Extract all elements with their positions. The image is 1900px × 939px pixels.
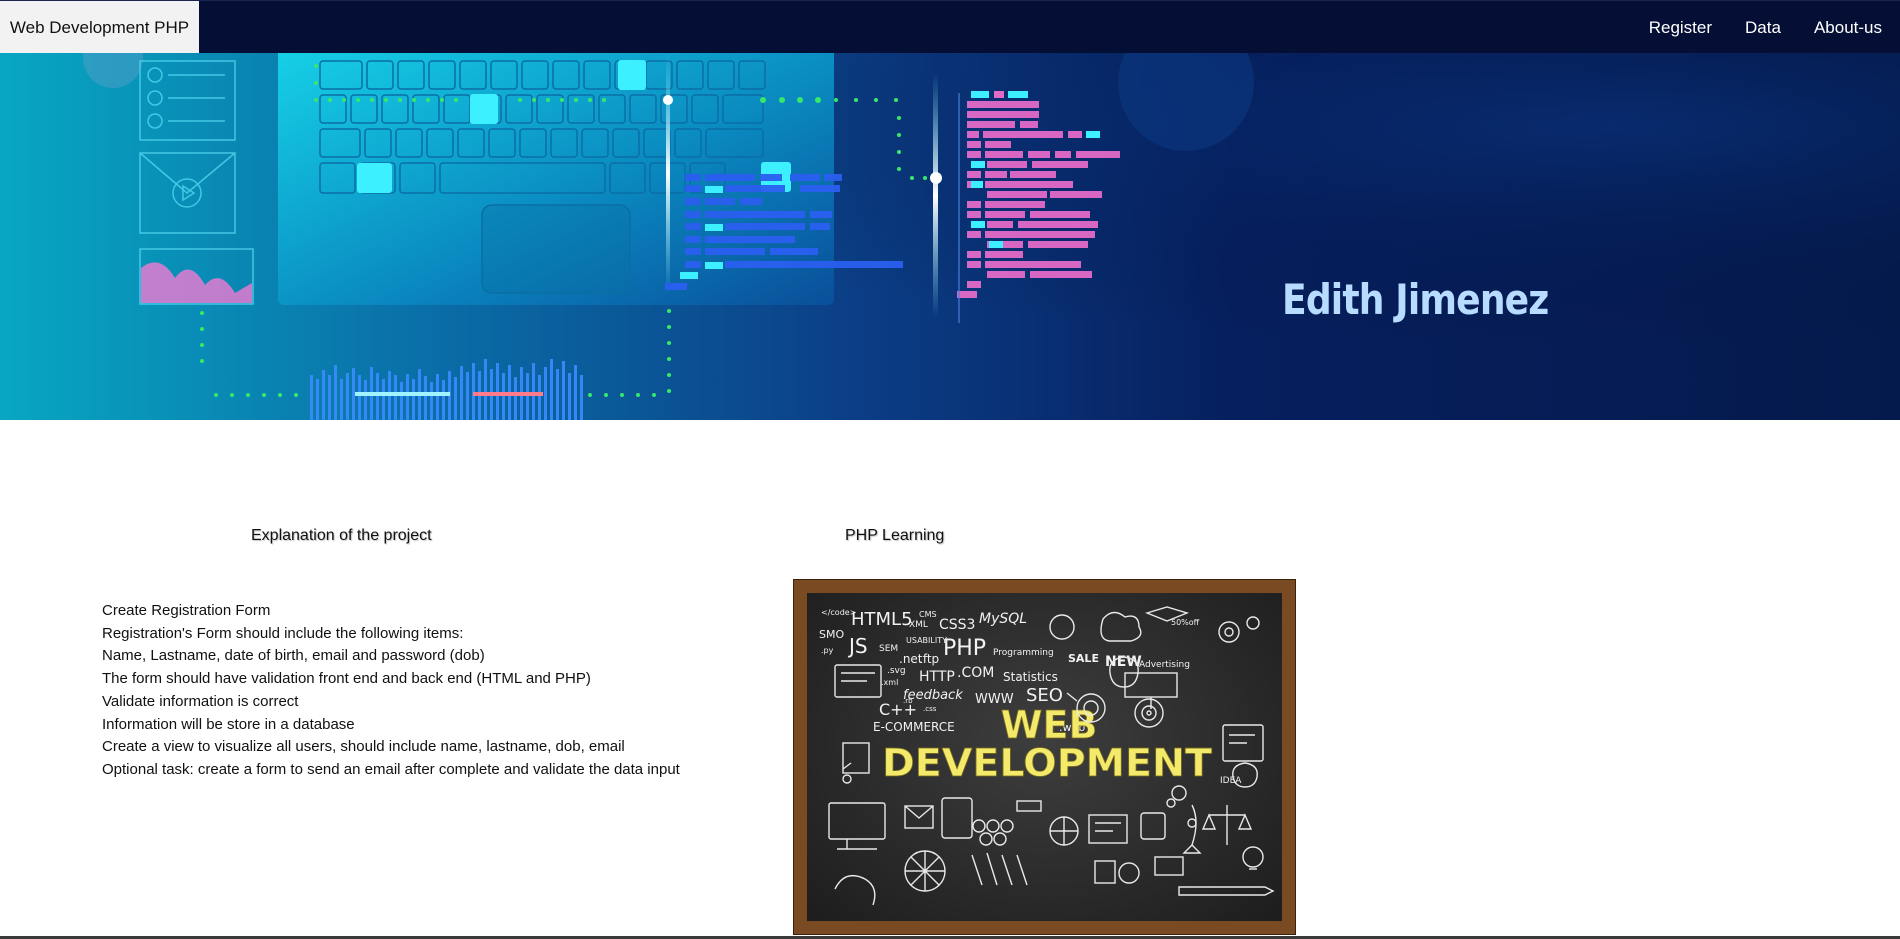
web-development-chalkboard-image: </code> HTML5 XML CMS CSS3 MySQL SMO JS … (794, 580, 1295, 934)
chalkboard: </code> HTML5 XML CMS CSS3 MySQL SMO JS … (807, 593, 1282, 921)
top-navbar: Web Development PHP Register Data About-… (0, 0, 1900, 54)
list-item: Validate information is correct (102, 692, 299, 710)
nav-links: Register Data About-us (1616, 1, 1882, 54)
svg-text:CSS3: CSS3 (939, 617, 975, 633)
svg-text:MySQL: MySQL (979, 611, 1027, 627)
svg-text:CMS: CMS (919, 610, 937, 619)
svg-text:.xml: .xml (881, 678, 898, 687)
svg-text:.COM: .COM (957, 665, 994, 681)
project-requirements-list: Create Registration Form Registration's … (102, 600, 680, 782)
list-item: The form should have validation front en… (102, 670, 591, 688)
nav-link-data[interactable]: Data (1745, 18, 1781, 38)
svg-text:Advertising: Advertising (1139, 660, 1190, 670)
svg-text:E-COMMERCE: E-COMMERCE (873, 720, 955, 734)
nav-link-about-us[interactable]: About-us (1814, 18, 1882, 38)
svg-text:DEVELOPMENT: DEVELOPMENT (882, 741, 1212, 785)
svg-text:Statistics: Statistics (1003, 670, 1058, 684)
svg-text:Programming: Programming (993, 648, 1054, 658)
hero-illustration (0, 53, 1900, 420)
chalkboard-doodles: </code> HTML5 XML CMS CSS3 MySQL SMO JS … (819, 606, 1275, 906)
php-learning-title: PHP Learning (845, 527, 945, 544)
svg-text:IDEA: IDEA (1220, 776, 1242, 786)
svg-text:XML: XML (909, 620, 928, 630)
brand-link[interactable]: Web Development PHP (0, 1, 199, 54)
svg-text:PHP: PHP (943, 636, 986, 661)
hero-banner: Edith Jimenez (0, 53, 1900, 420)
svg-text:.css: .css (923, 705, 937, 713)
svg-text:SALE: SALE (1068, 652, 1099, 665)
nav-link-register[interactable]: Register (1649, 18, 1712, 38)
svg-text:.ftp: .ftp (919, 652, 939, 666)
svg-text:.rb: .rb (903, 697, 913, 705)
list-item: Create a view to visualize all users, sh… (102, 738, 625, 756)
hero-name: Edith Jimenez (1282, 275, 1549, 324)
svg-text:50%off: 50%off (1171, 618, 1200, 627)
list-item: Create Registration Form (102, 602, 271, 619)
explanation-title: Explanation of the project (251, 527, 432, 544)
svg-text:SMO: SMO (819, 628, 844, 641)
list-item: Optional task: create a form to send an … (102, 760, 680, 778)
svg-text:HTML5: HTML5 (851, 609, 913, 630)
list-item: Name, Lastname, date of birth, email and… (102, 647, 485, 665)
svg-text:.svg: .svg (887, 666, 906, 676)
svg-text:JS: JS (847, 634, 868, 658)
svg-text:HTTP: HTTP (919, 669, 955, 685)
list-item: Registration's Form should include the f… (102, 624, 464, 642)
svg-text:SEM: SEM (879, 644, 898, 654)
svg-text:USABILITY: USABILITY (906, 636, 947, 645)
page: Web Development PHP Register Data About-… (0, 0, 1900, 939)
svg-text:.py: .py (821, 646, 834, 655)
list-item: Information will be store in a database (102, 715, 355, 733)
